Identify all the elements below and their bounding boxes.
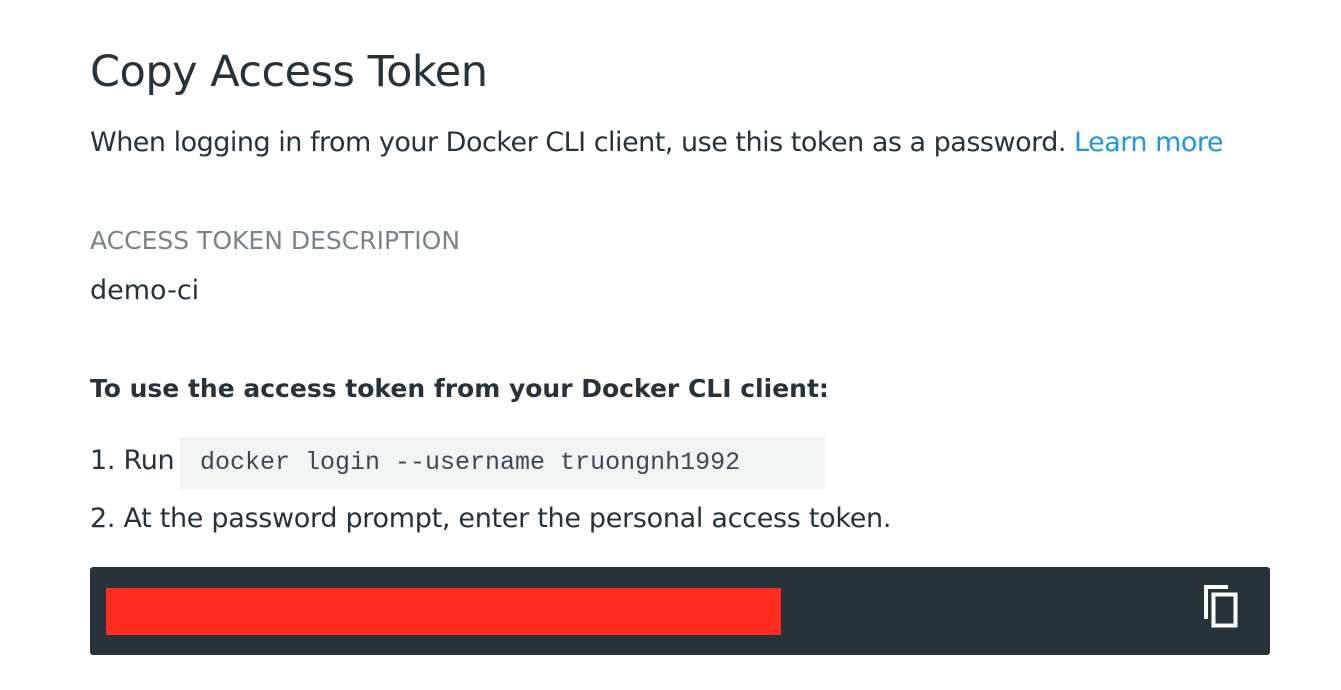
intro-text: When logging in from your Docker CLI cli…	[90, 125, 1224, 161]
copy-token-button[interactable]	[1198, 583, 1246, 635]
step-1-label: 1. Run	[90, 445, 175, 476]
instructions-heading: To use the access token from your Docker…	[90, 374, 829, 403]
access-token-panel	[90, 567, 1270, 655]
intro-description: When logging in from your Docker CLI cli…	[90, 127, 1075, 158]
step-2-text: 2. At the password prompt, enter the per…	[90, 503, 892, 534]
copy-icon	[1198, 583, 1246, 635]
dialog-title: Copy Access Token	[90, 47, 488, 97]
access-token-value-redacted[interactable]	[106, 588, 781, 635]
docker-login-command[interactable]: docker login --username truongnh1992	[180, 437, 825, 489]
token-description-label: ACCESS TOKEN DESCRIPTION	[90, 226, 461, 255]
copy-access-token-dialog: Copy Access Token When logging in from y…	[0, 0, 1341, 690]
token-description-value: demo-ci	[90, 275, 200, 306]
learn-more-link[interactable]: Learn more	[1074, 127, 1223, 158]
